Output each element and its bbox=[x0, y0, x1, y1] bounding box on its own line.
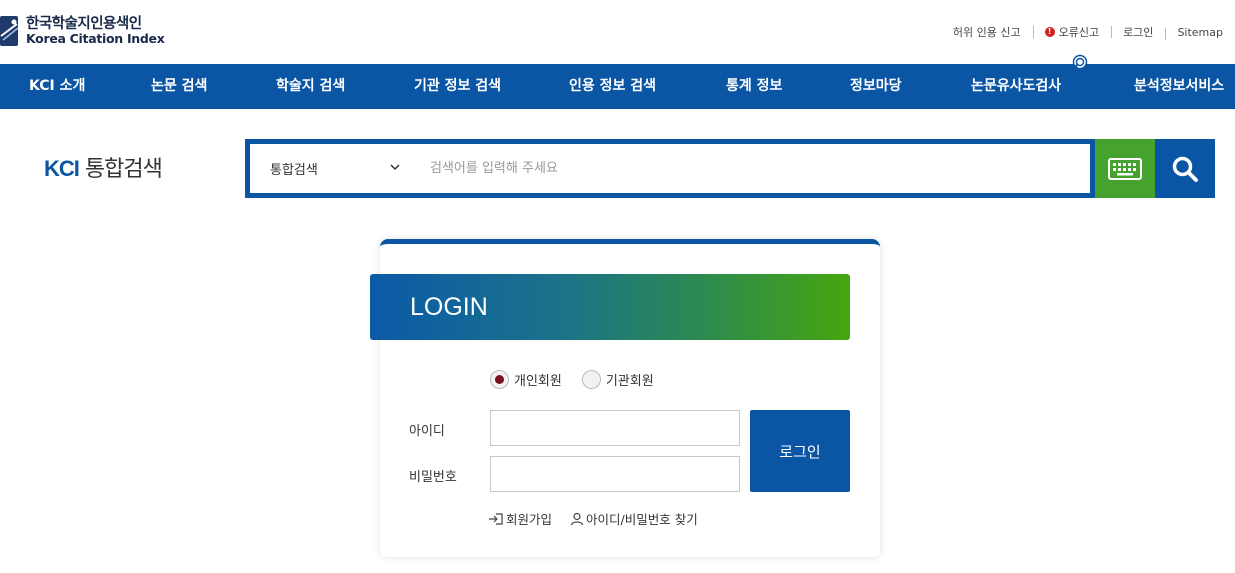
utility-links: 허위 인용 신고 ! 오류신고 로그인 Sitemap bbox=[941, 24, 1235, 40]
id-label: 아이디 bbox=[409, 424, 445, 439]
virtual-keyboard-button[interactable] bbox=[1095, 139, 1155, 198]
nav-kci-intro[interactable]: KCI 소개 bbox=[29, 64, 85, 109]
nav-info-board[interactable]: 정보마당 bbox=[850, 64, 902, 109]
kci-logo-text: KCI bbox=[44, 156, 80, 181]
site-logo[interactable]: 한국학술지인용색인 Korea Citation Index bbox=[0, 14, 165, 48]
logo-mark-icon bbox=[0, 14, 20, 48]
search-button[interactable] bbox=[1155, 139, 1215, 198]
radio-personal-label: 개인회원 bbox=[514, 374, 562, 389]
login-banner: LOGIN bbox=[370, 274, 850, 340]
sitemap-link[interactable]: Sitemap bbox=[1165, 25, 1235, 40]
search-box: 통합검색 bbox=[245, 139, 1095, 198]
nav-similarity-check[interactable]: 논문유사도검사 bbox=[971, 64, 1061, 109]
radio-unselected-indicator bbox=[581, 370, 601, 389]
password-label: 비밀번호 bbox=[409, 470, 457, 485]
report-false-citation-label: 허위 인용 신고 bbox=[952, 26, 1021, 39]
sign-in-arrow-icon bbox=[489, 512, 503, 525]
logo-korean-text: 한국학술지인용색인 bbox=[26, 15, 142, 32]
error-report-link[interactable]: ! 오류신고 bbox=[1032, 24, 1111, 40]
radio-personal-member[interactable]: 개인회원 bbox=[490, 370, 562, 389]
nav-citation-search[interactable]: 인용 정보 검색 bbox=[569, 64, 656, 109]
search-icon bbox=[1172, 156, 1198, 182]
signup-link[interactable]: 회원가입 bbox=[488, 509, 552, 528]
main-nav: KCI 소개 논문 검색 학술지 검색 기관 정보 검색 인용 정보 검색 통계… bbox=[0, 54, 1235, 109]
alert-icon: ! bbox=[1044, 27, 1055, 37]
radio-selected-indicator bbox=[490, 370, 509, 389]
nav-analysis-service[interactable]: 분석정보서비스 bbox=[1134, 64, 1224, 109]
user-icon bbox=[570, 512, 584, 525]
error-report-label: 오류신고 bbox=[1058, 26, 1100, 39]
nav-article-search[interactable]: 논문 검색 bbox=[151, 64, 207, 109]
radio-institution-member[interactable]: 기관회원 bbox=[581, 370, 654, 389]
chevron-down-icon bbox=[390, 163, 400, 174]
search-scope-value: 통합검색 bbox=[270, 163, 318, 178]
nav-journal-search[interactable]: 학술지 검색 bbox=[276, 64, 345, 109]
nav-statistics[interactable]: 통계 정보 bbox=[726, 64, 782, 109]
search-scope-select[interactable]: 통합검색 bbox=[250, 159, 410, 178]
login-link-label: 로그인 bbox=[1123, 26, 1154, 39]
login-link[interactable]: 로그인 bbox=[1111, 24, 1165, 40]
find-account-link[interactable]: 아이디/비밀번호 찾기 bbox=[570, 509, 698, 528]
keyboard-icon bbox=[1108, 157, 1142, 180]
sitemap-label: Sitemap bbox=[1177, 25, 1223, 39]
account-links: 회원가입 아이디/비밀번호 찾기 bbox=[488, 509, 716, 528]
login-submit-button[interactable]: 로그인 bbox=[750, 410, 850, 492]
id-input[interactable] bbox=[490, 410, 740, 446]
radio-institution-label: 기관회원 bbox=[605, 374, 654, 389]
find-account-label: 아이디/비밀번호 찾기 bbox=[586, 512, 698, 527]
top-header: 한국학술지인용색인 Korea Citation Index 허위 인용 신고 … bbox=[0, 0, 1235, 64]
logo-english-text: Korea Citation Index bbox=[26, 31, 165, 47]
nav-institution-search[interactable]: 기관 정보 검색 bbox=[414, 64, 501, 109]
magnifier-badge-icon bbox=[1072, 54, 1088, 70]
signup-label: 회원가입 bbox=[506, 512, 553, 527]
password-input[interactable] bbox=[490, 456, 740, 492]
member-type-radios: 개인회원 기관회원 bbox=[490, 370, 674, 389]
report-false-citation-link[interactable]: 허위 인용 신고 bbox=[941, 24, 1033, 40]
search-input[interactable] bbox=[410, 144, 1090, 193]
integrated-search-label: 통합검색 bbox=[84, 157, 163, 182]
integrated-search-title: KCI 통합검색 bbox=[44, 151, 163, 183]
